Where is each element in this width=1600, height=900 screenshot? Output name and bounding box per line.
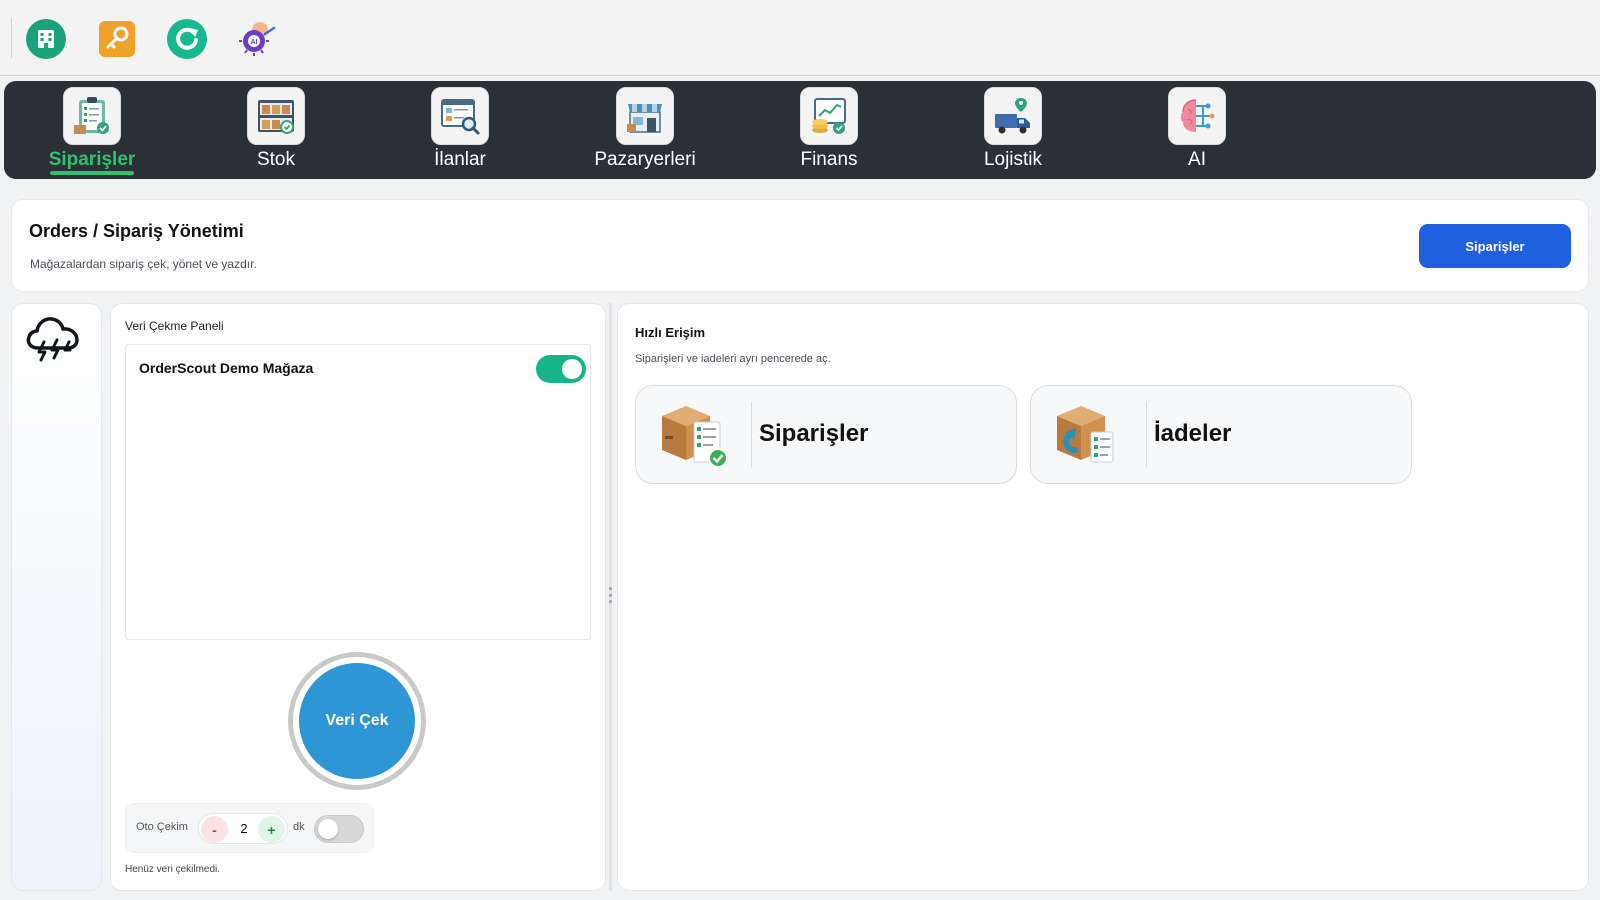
quick-access-subtitle: Siparişleri ve iadeleri ayrı pencerede a… [635, 353, 831, 365]
store-name: OrderScout Demo Mağaza [139, 360, 314, 376]
left-rail [11, 303, 102, 891]
module-tile [616, 87, 674, 145]
order-box-checklist-icon [656, 398, 732, 477]
module-tab-stok[interactable]: Stok [216, 87, 336, 175]
quick-card-returns[interactable]: İadeler [1030, 385, 1412, 484]
ai-chip-icon: AI [239, 22, 276, 56]
auto-fetch-label: Oto Çekim [136, 821, 188, 833]
module-tile [800, 87, 858, 145]
page-header: Orders / Sipariş Yönetimi Mağazalardan s… [11, 199, 1589, 292]
splitter-grip[interactable] [608, 587, 613, 603]
decrement-button[interactable]: - [201, 816, 228, 843]
module-tab-ai[interactable]: AI [1137, 87, 1257, 175]
module-label: Siparişler [48, 149, 136, 170]
data-fetch-panel: Veri Çekme Paneli OrderScout Demo Mağaza… [110, 303, 606, 891]
orders-button[interactable]: Siparişler [1419, 224, 1571, 268]
fetch-button-ring: Veri Çek [288, 652, 426, 790]
module-tile [431, 87, 489, 145]
module-label: AI [1188, 149, 1206, 170]
panel-title: Veri Çekme Paneli [125, 319, 224, 333]
interval-unit: dk [293, 821, 305, 833]
module-tile [63, 87, 121, 145]
page-title: Orders / Sipariş Yönetimi [29, 221, 244, 241]
key-button[interactable] [96, 18, 138, 60]
warehouse-shelf-icon [258, 100, 294, 134]
svg-text:AI: AI [251, 39, 258, 46]
building-button[interactable] [25, 18, 67, 60]
module-tile [984, 87, 1042, 145]
quick-card-label: İadeler [1154, 420, 1232, 447]
cloud-lightning-icon [26, 317, 79, 362]
listing-search-icon [441, 99, 480, 135]
page-subtitle: Mağazalardan sipariş çek, yönet ve yazdı… [30, 257, 257, 271]
quick-card-label: Siparişler [759, 420, 869, 447]
refresh-icon [167, 19, 207, 59]
module-label: İlanlar [434, 149, 486, 170]
toggle-knob [562, 359, 582, 379]
clipboard-checklist-icon [74, 97, 109, 134]
ai-assistant-button[interactable]: AI [236, 18, 278, 60]
module-tile [1168, 87, 1226, 145]
module-nav: Siparişler Stok İlanlar Pazaryerleri Fin… [4, 81, 1596, 179]
fetch-status: Henüz veri çekilmedi. [125, 864, 221, 875]
cloud-sync-button[interactable] [24, 312, 82, 367]
key-icon [99, 21, 135, 57]
auto-fetch-row: Oto Çekim - 2 + dk [125, 803, 374, 853]
store-toggle[interactable] [536, 355, 586, 383]
finance-coins-icon [812, 98, 846, 134]
top-toolbar: AI [0, 0, 1600, 76]
quick-access-panel: Hızlı Erişim Siparişleri ve iadeleri ayr… [617, 303, 1589, 891]
module-tab-siparisler[interactable]: Siparişler [32, 87, 152, 175]
ai-brain-icon [1180, 99, 1215, 132]
toggle-knob [318, 819, 338, 839]
module-tab-pazaryerleri[interactable]: Pazaryerleri [585, 87, 705, 175]
return-box-icon [1051, 398, 1127, 477]
refresh-button[interactable] [166, 18, 208, 60]
module-tab-ilanlar[interactable]: İlanlar [400, 87, 520, 175]
toolbar-separator [11, 18, 12, 58]
storefront-icon [627, 104, 662, 133]
module-tab-finans[interactable]: Finans [769, 87, 889, 175]
card-divider [1146, 402, 1147, 468]
increment-button[interactable]: + [258, 816, 285, 843]
fetch-data-button[interactable]: Veri Çek [299, 663, 415, 779]
module-label: Pazaryerleri [594, 149, 696, 170]
auto-fetch-toggle[interactable] [314, 815, 364, 843]
interval-stepper: - 2 + [198, 813, 288, 844]
active-tab-indicator [50, 171, 134, 175]
panel-splitter[interactable] [609, 303, 612, 891]
module-label: Lojistik [983, 149, 1043, 170]
building-icon [26, 19, 66, 59]
quick-card-orders[interactable]: Siparişler [635, 385, 1017, 484]
module-label: Stok [256, 149, 296, 170]
interval-value[interactable]: 2 [235, 821, 253, 836]
module-tab-lojistik[interactable]: Lojistik [953, 87, 1073, 175]
module-label: Finans [800, 149, 858, 170]
delivery-truck-icon [995, 98, 1030, 134]
store-list: OrderScout Demo Mağaza [125, 344, 591, 640]
quick-access-title: Hızlı Erişim [635, 325, 706, 340]
module-tile [247, 87, 305, 145]
card-divider [751, 402, 752, 468]
